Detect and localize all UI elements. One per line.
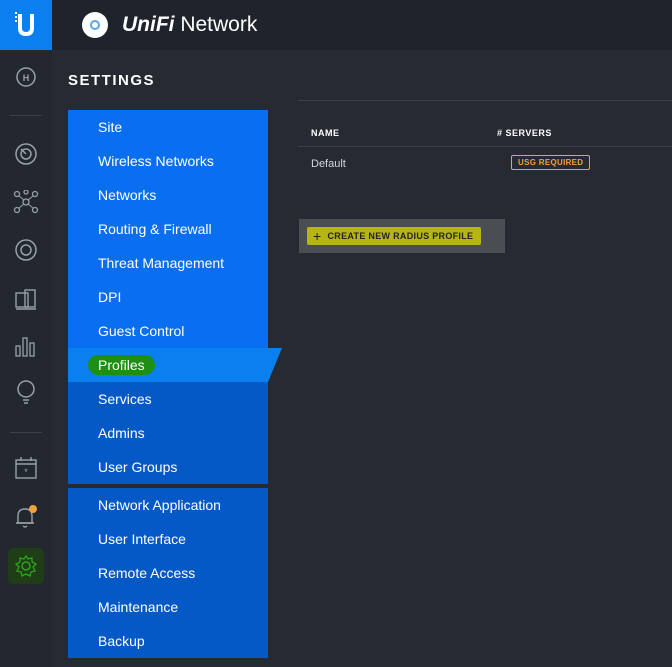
svg-text:*: * [24, 467, 28, 477]
svg-text:H: H [23, 73, 30, 83]
alerts-icon[interactable] [0, 497, 52, 537]
create-radius-profile-label: CREATE NEW RADIUS PROFILE [327, 231, 474, 241]
menu-item-site[interactable]: Site [68, 110, 268, 144]
insights-icon[interactable] [0, 372, 52, 412]
alert-badge-icon [29, 505, 37, 513]
menu-item-network-application[interactable]: Network Application [68, 488, 268, 522]
menu-item-routing-firewall[interactable]: Routing & Firewall [68, 212, 268, 246]
menu-item-admins[interactable]: Admins [68, 416, 268, 450]
menu-item-guest-control[interactable]: Guest Control [68, 314, 268, 348]
table-header-divider [298, 146, 672, 147]
top-header: UniFi Network [52, 0, 672, 50]
menu-item-threat-management[interactable]: Threat Management [68, 246, 268, 280]
nav-rail: H * [0, 0, 52, 667]
dashboard-icon[interactable] [0, 134, 52, 174]
ubiquiti-logo-icon [15, 12, 34, 36]
menu-item-profiles-label: Profiles [88, 355, 155, 375]
topology-icon[interactable] [0, 182, 52, 222]
menu-item-backup[interactable]: Backup [68, 624, 268, 658]
content-divider [298, 100, 672, 101]
app-title: UniFi Network [122, 13, 258, 36]
menu-item-maintenance[interactable]: Maintenance [68, 590, 268, 624]
create-radius-profile-button[interactable]: + CREATE NEW RADIUS PROFILE [299, 219, 505, 253]
active-pointer [268, 348, 282, 382]
devices-icon[interactable] [0, 230, 52, 270]
menu-item-profiles[interactable]: Profiles [68, 348, 282, 382]
home-icon[interactable]: H [0, 57, 52, 97]
events-icon[interactable]: * [0, 448, 52, 488]
settings-menu: Site Wireless Networks Networks Routing … [68, 110, 282, 658]
main-content: NAME # SERVERS Default USG REQUIRED + CR… [284, 50, 672, 667]
plus-icon: + [313, 228, 322, 244]
clients-icon[interactable] [0, 279, 52, 319]
row-name-cell: Default [311, 158, 346, 170]
menu-item-user-groups[interactable]: User Groups [68, 450, 268, 484]
create-radius-profile-label-wrap: + CREATE NEW RADIUS PROFILE [307, 227, 482, 245]
ubiquiti-logo[interactable] [0, 0, 52, 50]
menu-item-services[interactable]: Services [68, 382, 268, 416]
column-header-name: NAME [311, 128, 340, 138]
settings-icon[interactable] [0, 546, 52, 586]
menu-item-wireless-networks[interactable]: Wireless Networks [68, 144, 268, 178]
menu-item-remote-access[interactable]: Remote Access [68, 556, 268, 590]
menu-item-dpi[interactable]: DPI [68, 280, 268, 314]
statistics-icon[interactable] [0, 326, 52, 366]
rail-divider [10, 115, 42, 116]
settings-panel: SETTINGS Site Wireless Networks Networks… [52, 50, 284, 667]
column-header-servers: # SERVERS [497, 128, 552, 138]
unifi-logo-icon [82, 12, 108, 38]
rail-divider [10, 432, 42, 433]
menu-item-networks[interactable]: Networks [68, 178, 268, 212]
status-badge: USG REQUIRED [511, 155, 591, 170]
menu-item-user-interface[interactable]: User Interface [68, 522, 268, 556]
settings-title: SETTINGS [68, 72, 156, 89]
